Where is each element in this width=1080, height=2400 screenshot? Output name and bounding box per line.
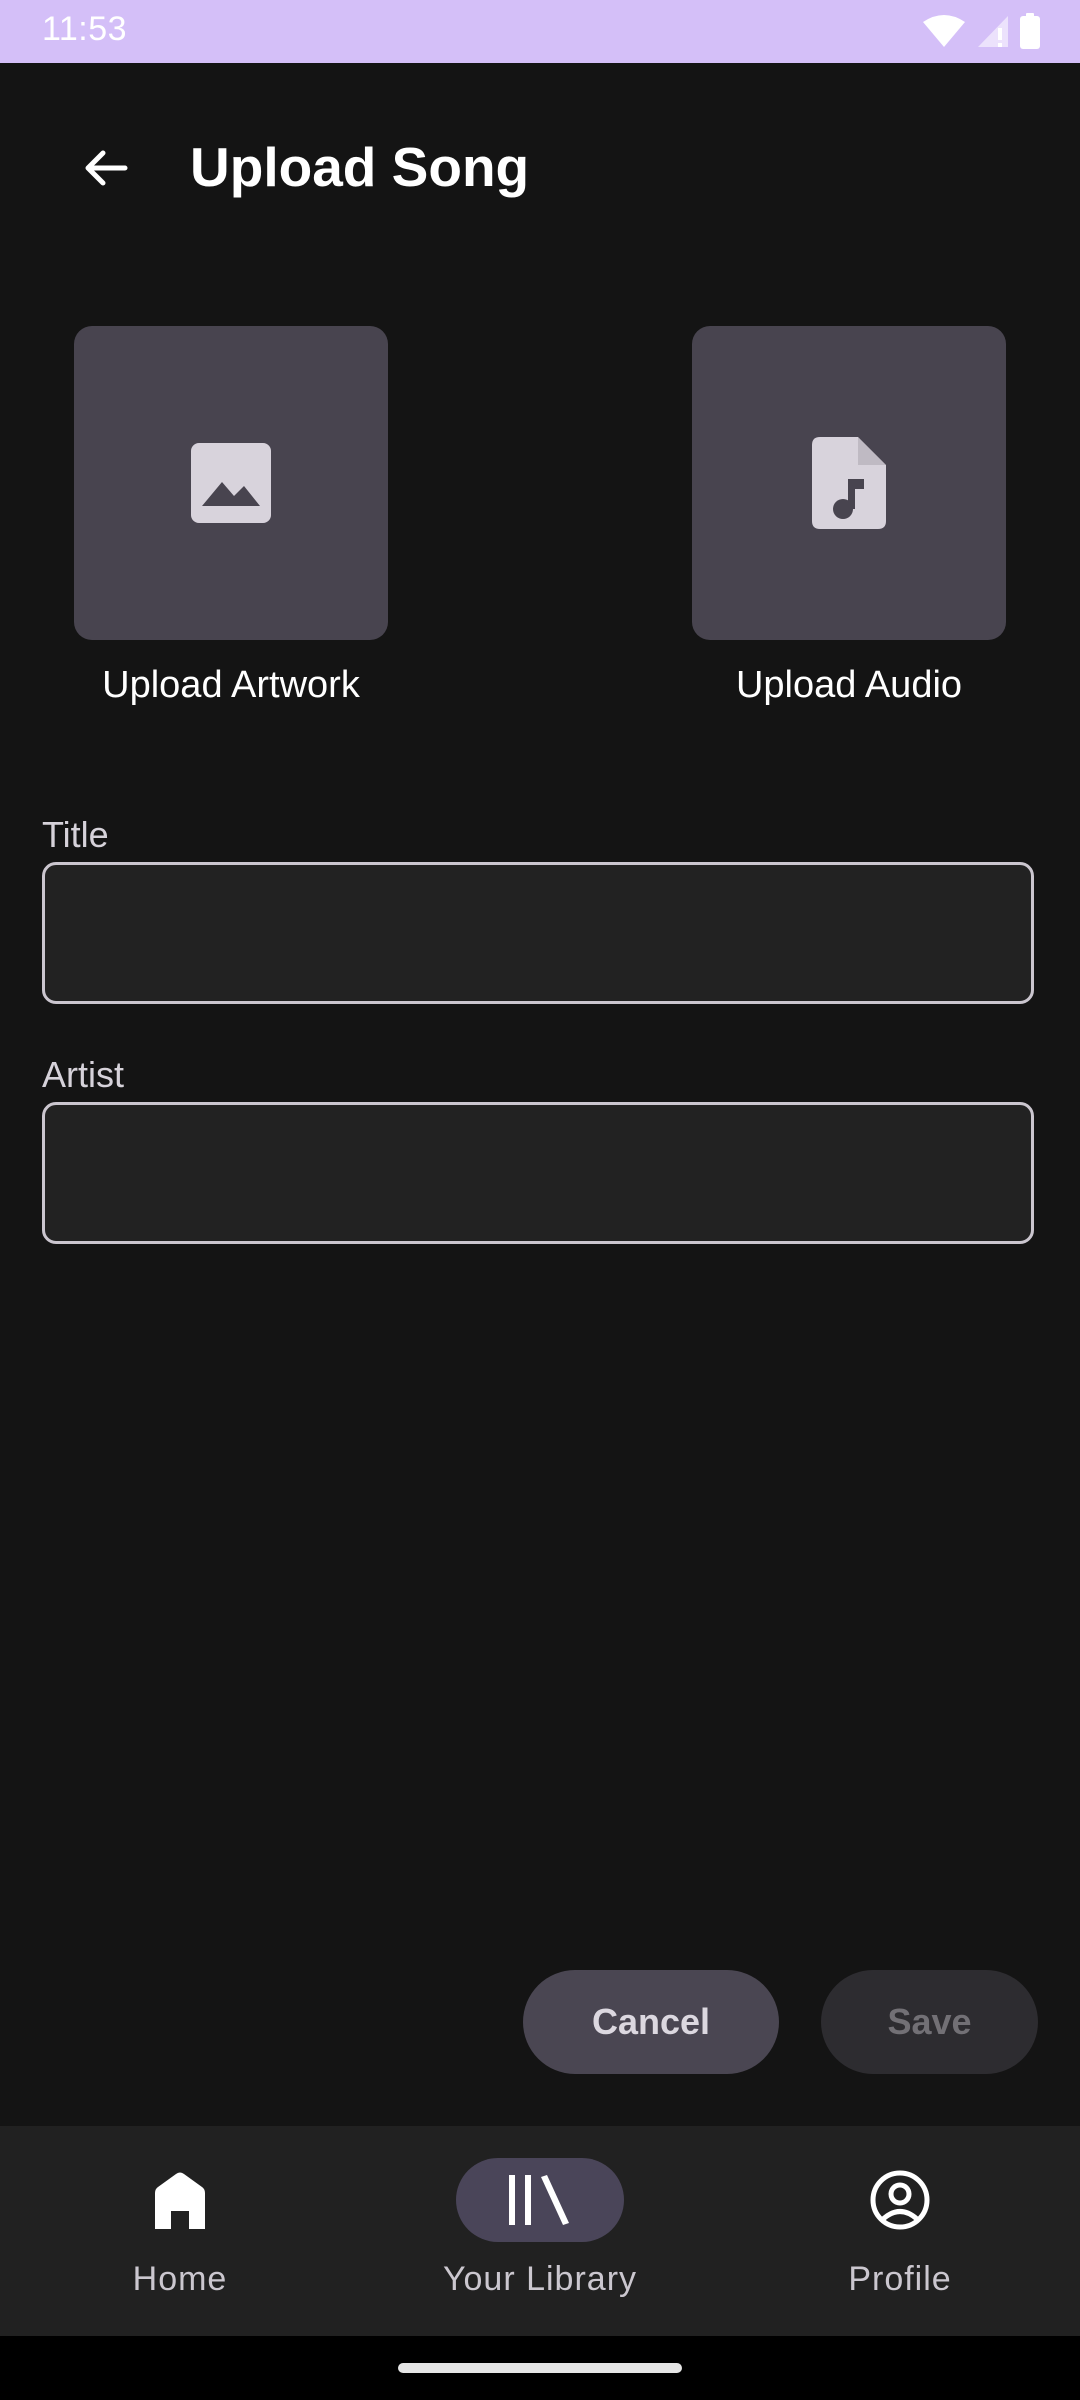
home-icon <box>155 2172 205 2229</box>
wifi-icon <box>923 15 965 47</box>
nav-label-profile: Profile <box>848 2260 952 2298</box>
page-title: Upload Song <box>190 136 530 198</box>
status-bar: 11:53 <box>0 0 1080 63</box>
artist-field-label: Artist <box>42 1054 125 1095</box>
battery-icon <box>1020 13 1040 49</box>
title-field[interactable] <box>42 862 1034 1004</box>
status-icons <box>922 12 1040 50</box>
signal-icon <box>978 16 1008 47</box>
nav-label-home: Home <box>132 2260 228 2298</box>
nav-label-library: Your Library <box>442 2260 638 2298</box>
upload-artwork-button[interactable] <box>74 326 388 640</box>
upload-audio-button[interactable] <box>692 326 1006 640</box>
nav-profile-indicator <box>816 2158 984 2242</box>
gesture-navigation-area <box>0 2336 1080 2400</box>
nav-item-home[interactable]: Home <box>0 2126 360 2336</box>
nav-item-profile[interactable]: Profile <box>720 2126 1080 2336</box>
nav-library-indicator <box>456 2158 624 2242</box>
nav-home-indicator <box>96 2158 264 2242</box>
title-field-label: Title <box>42 814 109 855</box>
save-button[interactable]: Save <box>821 1970 1038 2074</box>
cancel-button[interactable]: Cancel <box>523 1970 779 2074</box>
image-icon <box>191 443 271 523</box>
home-gesture-handle[interactable] <box>398 2363 682 2373</box>
bottom-navigation: Home Your Library Profile <box>0 2126 1080 2336</box>
artist-field[interactable] <box>42 1102 1034 1244</box>
audio-file-icon <box>812 437 886 529</box>
arrow-back-icon <box>85 150 128 186</box>
back-button[interactable] <box>60 133 150 203</box>
status-time: 11:53 <box>42 10 128 48</box>
profile-icon <box>870 2170 930 2230</box>
upload-artwork-label: Upload Artwork <box>102 664 360 706</box>
nav-item-library[interactable]: Your Library <box>360 2126 720 2336</box>
upload-audio-label: Upload Audio <box>735 664 963 706</box>
top-app-bar: Upload Song <box>0 63 1080 273</box>
library-icon <box>509 2175 569 2225</box>
